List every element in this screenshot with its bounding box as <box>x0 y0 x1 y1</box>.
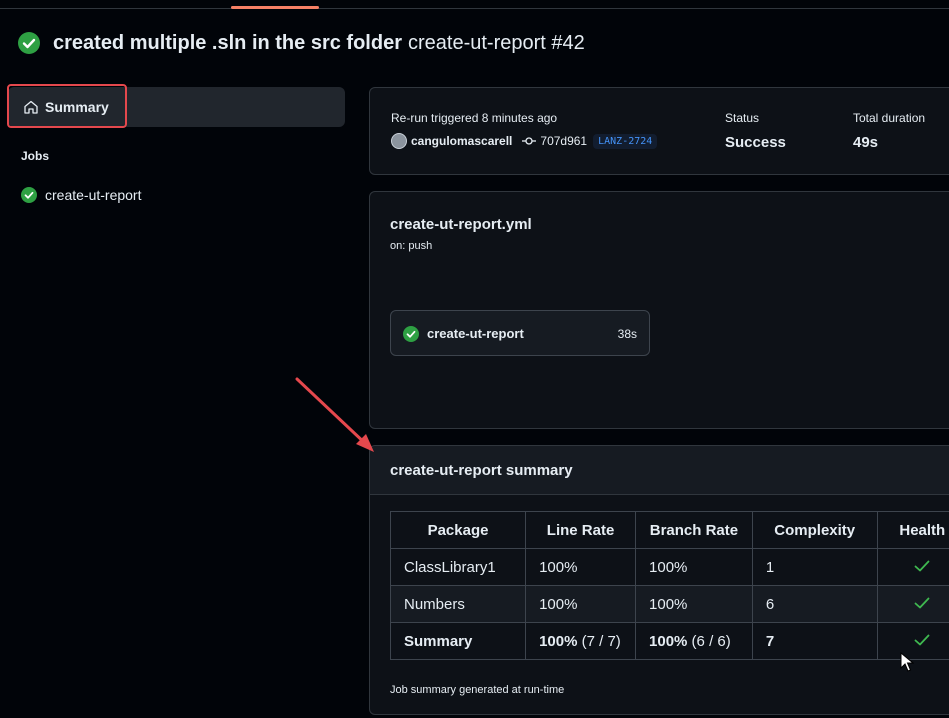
job-node-name: create-ut-report <box>427 326 524 341</box>
workflow-job-node[interactable]: create-ut-report 38s <box>390 310 650 356</box>
check-circle-icon <box>403 326 419 342</box>
top-divider <box>0 8 949 9</box>
check-circle-icon <box>18 32 40 54</box>
job-summary-card: create-ut-report summary Package Line Ra… <box>369 445 949 715</box>
sidebar-item-job[interactable]: create-ut-report <box>21 187 141 203</box>
health-cell <box>876 548 949 586</box>
run-info-card: Re-run triggered 8 minutes ago canguloma… <box>369 87 949 175</box>
checkmark-icon <box>914 560 930 571</box>
package-cell: Numbers <box>389 585 527 623</box>
jobs-heading: Jobs <box>21 149 50 163</box>
summary-title: create-ut-report summary <box>390 462 573 479</box>
git-commit-icon <box>522 137 537 145</box>
table-header-row: Package Line Rate Branch Rate Complexity… <box>389 511 949 549</box>
branch-rate-cell: 100% <box>635 548 753 586</box>
active-tab-indicator <box>231 6 319 9</box>
table-total-row: Summary 100% (7 / 7) 100% (6 / 6) 7 <box>389 622 949 660</box>
line-rate-value: 100% <box>539 632 578 650</box>
complexity-cell: 1 <box>751 548 878 586</box>
run-actor-row: cangulomascarell 707d961 LANZ-2724 <box>391 133 658 149</box>
workflow-trigger: on: push <box>390 240 433 252</box>
line-rate-cell: 100% <box>525 548 637 586</box>
checkmark-icon <box>914 634 930 645</box>
column-header: Line Rate <box>525 511 637 549</box>
branch-badge[interactable]: LANZ-2724 <box>593 133 658 149</box>
sidebar-job-label: create-ut-report <box>45 187 142 203</box>
coverage-table: Package Line Rate Branch Rate Complexity… <box>389 511 949 660</box>
trigger-text: Re-run triggered 8 minutes ago <box>391 111 558 125</box>
table-row: Numbers 100% 100% 6 <box>389 585 949 623</box>
package-cell: ClassLibrary1 <box>389 548 527 586</box>
run-name: create-ut-report #42 <box>407 31 585 54</box>
column-header: Health <box>876 511 949 549</box>
duration-value: 49s <box>853 134 879 151</box>
column-header: Complexity <box>751 511 878 549</box>
commit-sha-link[interactable]: 707d961 <box>540 134 587 148</box>
line-rate-cell: 100% (7 / 7) <box>525 622 637 660</box>
column-header: Package <box>389 511 527 549</box>
table-row: ClassLibrary1 100% 100% 1 <box>389 548 949 586</box>
workflow-file-name: create-ut-report.yml <box>390 216 532 233</box>
branch-rate-cell: 100% <box>635 585 753 623</box>
summary-footer-note: Job summary generated at run-time <box>390 684 565 696</box>
column-header: Branch Rate <box>635 511 753 549</box>
run-commit-message: created multiple .sln in the src folder <box>53 31 402 54</box>
health-cell <box>876 585 949 623</box>
complexity-cell: 7 <box>751 622 878 660</box>
line-rate-detail: (7 / 7) <box>577 632 621 650</box>
branch-rate-detail: (6 / 6) <box>687 632 731 650</box>
checkmark-icon <box>914 597 930 608</box>
avatar[interactable] <box>391 133 407 149</box>
run-title: created multiple .sln in the src folder … <box>18 30 585 56</box>
branch-rate-value: 100% <box>649 632 688 650</box>
annotation-highlight-box <box>7 84 127 128</box>
status-label: Status <box>725 111 760 125</box>
package-cell: Summary <box>389 622 527 660</box>
job-node-duration: 38s <box>617 327 637 341</box>
status-value: Success <box>725 134 786 151</box>
line-rate-cell: 100% <box>525 585 637 623</box>
actor-link[interactable]: cangulomascarell <box>411 134 512 148</box>
summary-header: create-ut-report summary <box>370 446 949 495</box>
mouse-pointer-icon <box>900 652 914 672</box>
check-circle-icon <box>21 187 37 203</box>
complexity-cell: 6 <box>751 585 878 623</box>
branch-rate-cell: 100% (6 / 6) <box>635 622 753 660</box>
duration-label: Total duration <box>853 111 926 125</box>
workflow-graph-card: create-ut-report.yml on: push create-ut-… <box>369 191 949 429</box>
